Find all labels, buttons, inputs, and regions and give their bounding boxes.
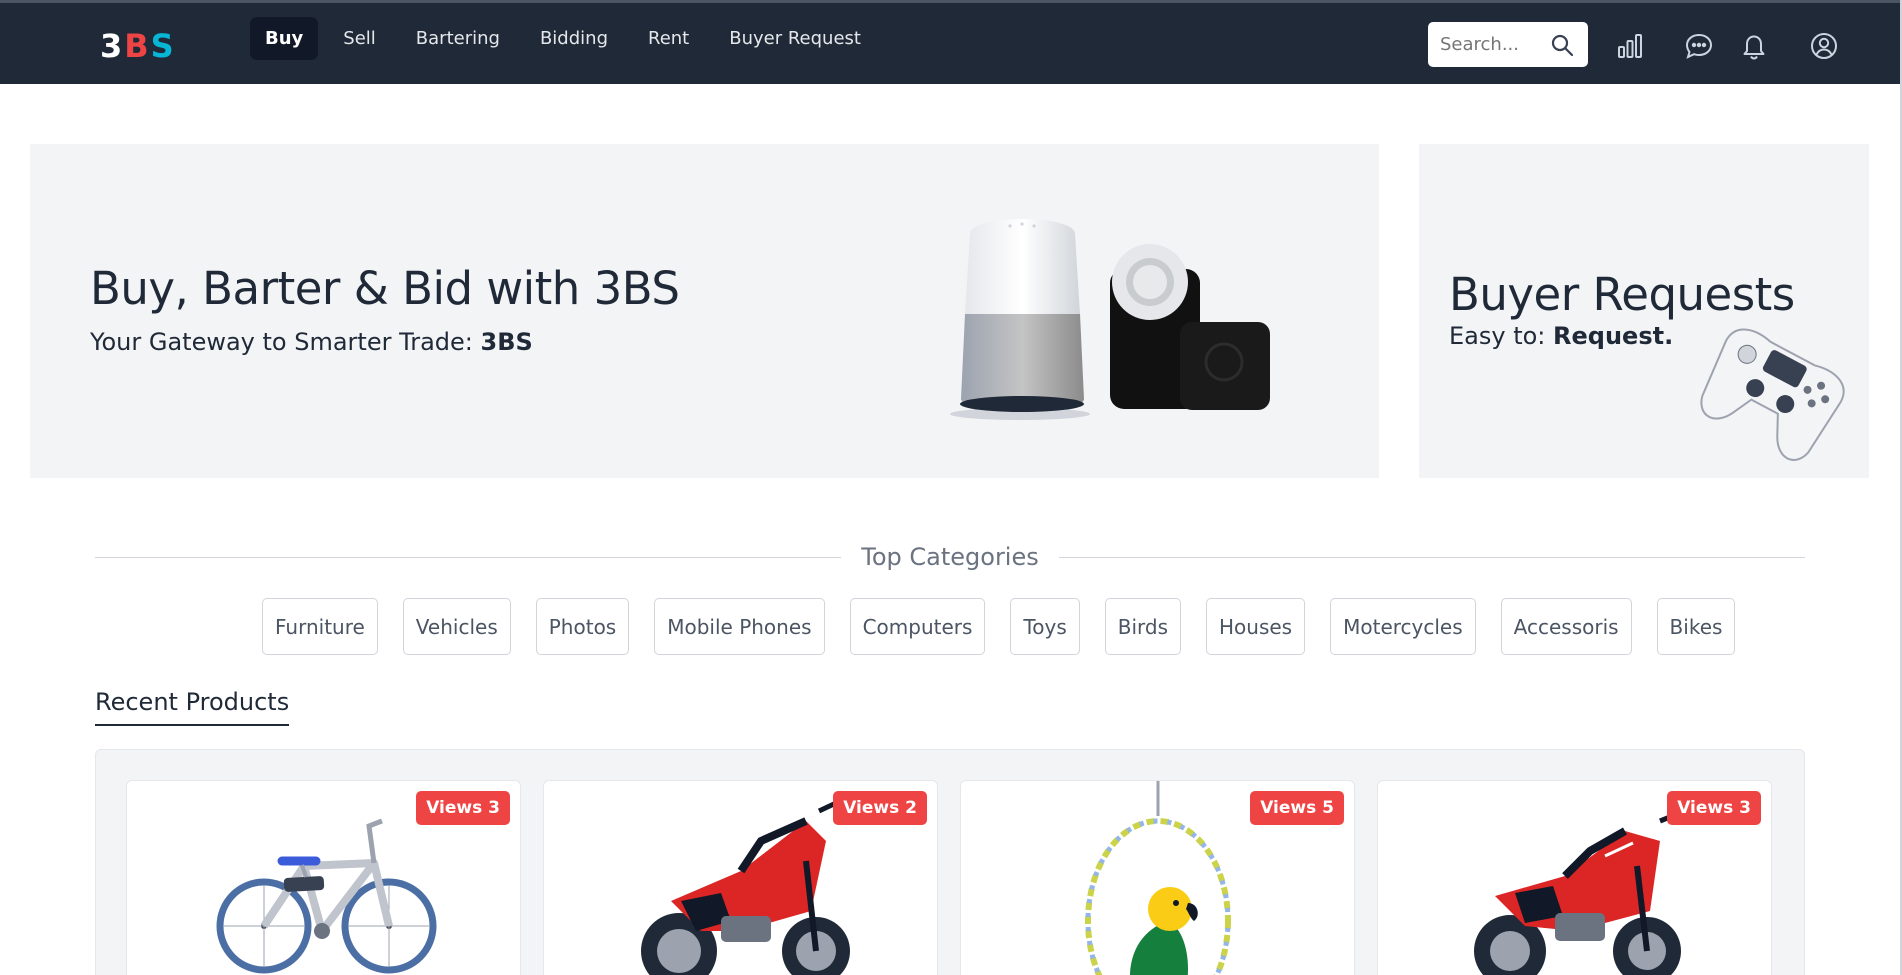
category-chip[interactable]: Furniture <box>262 598 378 655</box>
parrot-image <box>1084 781 1231 975</box>
category-chip[interactable]: Accessoris <box>1500 598 1632 655</box>
logo-letter-2: B <box>124 27 151 65</box>
nav-rent[interactable]: Rent <box>633 17 704 60</box>
hero-subtitle-prefix: Your Gateway to Smarter Trade: <box>90 328 481 356</box>
views-badge: Views 5 <box>1250 791 1344 825</box>
search-icon[interactable] <box>1550 33 1574 57</box>
nav-buy[interactable]: Buy <box>250 16 319 60</box>
search-input[interactable] <box>1440 34 1552 55</box>
main-nav: Buy Sell Bartering Bidding Rent Buyer Re… <box>250 15 884 61</box>
buyer-requests-subtitle-bold: Request. <box>1553 322 1674 350</box>
product-card[interactable]: Views 3 <box>126 780 521 975</box>
bicycle-image <box>216 818 436 974</box>
category-chip[interactable]: Motercycles <box>1330 598 1476 655</box>
hero-title: Buy, Barter & Bid with 3BS <box>90 262 680 315</box>
logo-letter-3: S <box>150 27 176 65</box>
product-card[interactable]: Views 2 <box>543 780 938 975</box>
buyer-requests-subtitle-prefix: Easy to: <box>1449 322 1554 350</box>
buyer-requests-subtitle: Easy to: Request. <box>1449 322 1673 350</box>
brand-logo[interactable]: 3BS <box>100 27 176 65</box>
search-box <box>1428 22 1588 67</box>
views-badge: Views 3 <box>416 791 510 825</box>
hero-subtitle-bold: 3BS <box>480 328 533 356</box>
logo-letter-1: 3 <box>100 27 125 65</box>
hero-subtitle: Your Gateway to Smarter Trade: 3BS <box>90 328 533 356</box>
category-chip[interactable]: Computers <box>849 598 986 655</box>
product-card[interactable]: Views 5 <box>960 780 1355 975</box>
category-chip[interactable]: Photos <box>535 598 630 655</box>
views-badge: Views 3 <box>1667 791 1761 825</box>
motorcycle-image <box>640 800 850 975</box>
views-badge: Views 2 <box>833 791 927 825</box>
top-categories-title: Top Categories <box>95 543 1805 571</box>
motorcycle-image <box>1473 810 1681 975</box>
bell-icon[interactable] <box>1739 31 1769 61</box>
buyer-requests-banner[interactable]: Buyer Requests Easy to: Request. <box>1419 144 1869 478</box>
category-chip[interactable]: Toys <box>1010 598 1080 655</box>
hero-banner[interactable]: Buy, Barter & Bid with 3BS Your Gateway … <box>30 144 1379 478</box>
chat-icon[interactable] <box>1684 31 1714 61</box>
category-chip[interactable]: Birds <box>1104 598 1181 655</box>
category-chip[interactable]: Bikes <box>1656 598 1736 655</box>
product-card[interactable]: Views 3 <box>1377 780 1772 975</box>
category-chip[interactable]: Houses <box>1206 598 1306 655</box>
stats-icon[interactable] <box>1615 31 1645 61</box>
nav-bartering[interactable]: Bartering <box>401 17 515 60</box>
user-icon[interactable] <box>1809 31 1839 61</box>
top-categories-header: Top Categories <box>95 543 1805 573</box>
top-categories-title-text: Top Categories <box>841 543 1059 571</box>
top-navbar: 3BS Buy Sell Bartering Bidding Rent Buye… <box>0 0 1902 84</box>
category-chip[interactable]: Mobile Phones <box>654 598 825 655</box>
nav-sell[interactable]: Sell <box>328 17 391 60</box>
nav-buyer-request[interactable]: Buyer Request <box>714 17 876 60</box>
smart-devices-image <box>950 219 1270 420</box>
recent-products-title: Recent Products <box>95 688 290 726</box>
game-controller-image <box>1700 328 1845 461</box>
nav-bidding[interactable]: Bidding <box>525 17 623 60</box>
category-list: Furniture Vehicles Photos Mobile Phones … <box>262 598 1736 655</box>
category-chip[interactable]: Vehicles <box>402 598 511 655</box>
